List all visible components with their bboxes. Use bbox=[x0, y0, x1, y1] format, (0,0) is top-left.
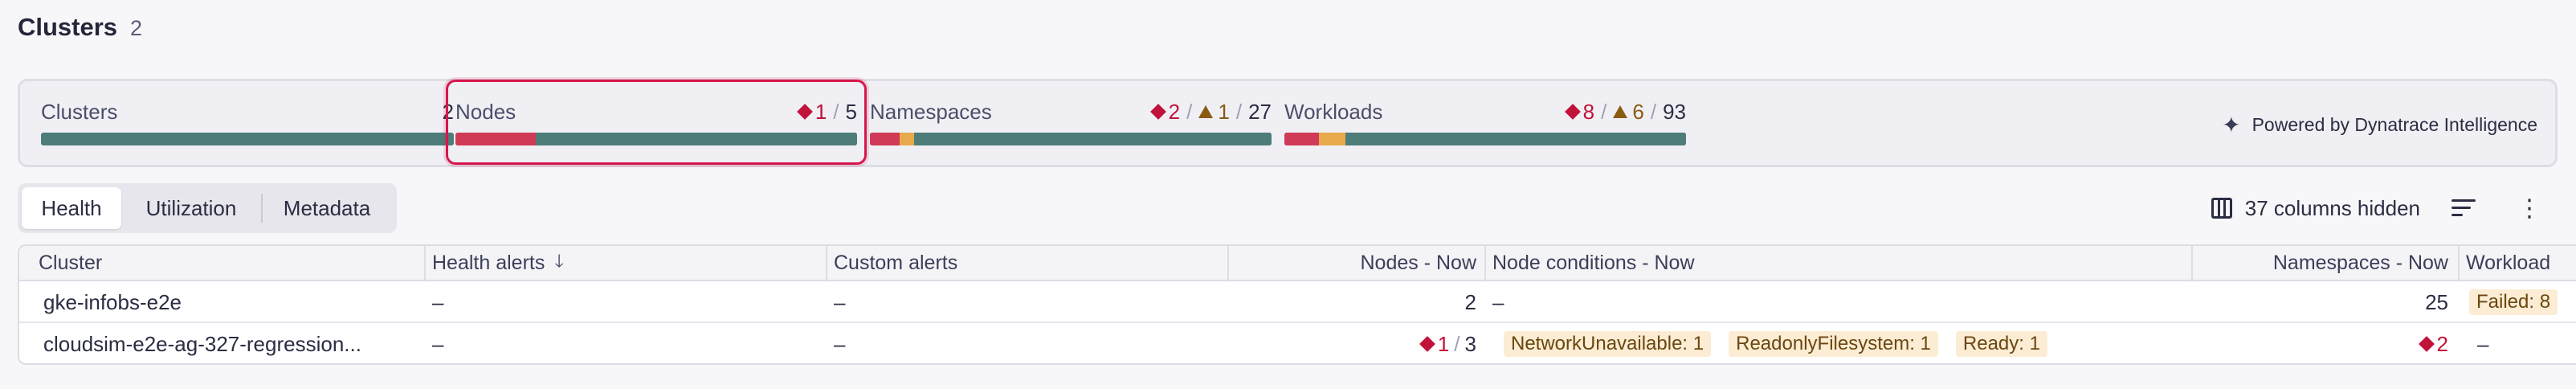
summary-card-clusters[interactable]: Clusters 2 bbox=[41, 99, 454, 149]
powered-by-label: Powered by Dynatrace Intelligence bbox=[2251, 114, 2537, 135]
critical-icon bbox=[2418, 336, 2435, 352]
condition-badge: NetworkUnavailable: 1 bbox=[1504, 331, 1712, 357]
nodes-total: 3 bbox=[1464, 331, 1476, 356]
line-wrap-button[interactable] bbox=[2441, 190, 2486, 227]
cell-nodes: 1 / 3 bbox=[1235, 325, 1476, 363]
health-bar bbox=[1284, 133, 1686, 145]
card-label: Namespaces bbox=[870, 99, 992, 124]
powered-by[interactable]: ✦ Powered by Dynatrace Intelligence bbox=[2222, 112, 2537, 138]
arrow-down-icon: 🡓 bbox=[554, 251, 564, 271]
card-total: 93 bbox=[1663, 99, 1686, 124]
column-header-custom-alerts[interactable]: Custom alerts bbox=[834, 246, 1219, 280]
workload-failed-badge: Failed: 8 bbox=[2469, 289, 2558, 315]
summary-card-nodes[interactable]: Nodes 1 / 5 bbox=[455, 99, 857, 149]
cell-node-conditions: – bbox=[1492, 289, 1504, 314]
warning-icon bbox=[1198, 105, 1214, 118]
cell-custom-alerts: – bbox=[834, 289, 846, 314]
summary-panel: Clusters 2 Nodes 1 / 5 Namespaces 2 / 1 … bbox=[18, 79, 2558, 167]
card-label: Nodes bbox=[455, 99, 516, 124]
cell-health-alerts: – bbox=[432, 331, 444, 356]
bar-ok-segment bbox=[1345, 133, 1686, 145]
critical-count: 1 bbox=[814, 99, 827, 124]
bar-critical-segment bbox=[1284, 133, 1319, 145]
more-options-button[interactable]: ⋮ bbox=[2507, 190, 2552, 227]
critical-icon bbox=[1419, 336, 1435, 352]
page-title: Clusters bbox=[18, 13, 118, 41]
critical-icon bbox=[1149, 104, 1166, 120]
cell-health-alerts: – bbox=[432, 289, 444, 314]
cell-cluster-name[interactable]: gke-infobs-e2e bbox=[43, 283, 421, 321]
cell-namespaces: 25 bbox=[2425, 289, 2448, 314]
table-toolbar: 37 columns hidden ⋮ bbox=[2211, 190, 2552, 227]
condition-badge: Ready: 1 bbox=[1955, 331, 2047, 357]
bar-ok-segment bbox=[41, 133, 454, 145]
bar-ok-segment bbox=[914, 133, 1272, 145]
wrap-text-icon bbox=[2451, 199, 2476, 217]
column-header-node-conditions[interactable]: Node conditions - Now bbox=[1492, 246, 2135, 280]
critical-icon bbox=[796, 104, 813, 120]
warning-count: 1 bbox=[1218, 99, 1230, 124]
page-heading: Clusters 2 bbox=[18, 13, 142, 42]
columns-hidden-label: 37 columns hidden bbox=[2244, 195, 2420, 220]
health-bar bbox=[41, 133, 454, 145]
summary-card-namespaces[interactable]: Namespaces 2 / 1 / 27 bbox=[870, 99, 1272, 149]
health-bar bbox=[870, 133, 1272, 145]
column-header-namespaces-now[interactable]: Namespaces - Now bbox=[2199, 246, 2448, 280]
column-header-health-alerts[interactable]: Health alerts 🡓 bbox=[432, 246, 818, 280]
card-label: Clusters bbox=[41, 99, 118, 124]
view-tabs: Health Utilization Metadata bbox=[18, 183, 397, 233]
table-row[interactable]: cloudsim-e2e-ag-327-regression... – – 1 … bbox=[19, 325, 2576, 363]
table-header: Cluster Health alerts 🡓 Custom alerts No… bbox=[19, 246, 2576, 281]
tab-health[interactable]: Health bbox=[22, 187, 121, 229]
cell-custom-alerts: – bbox=[834, 331, 846, 356]
column-header-label: Health alerts bbox=[432, 251, 545, 274]
cell-cluster-name[interactable]: cloudsim-e2e-ag-327-regression... bbox=[43, 325, 421, 363]
clusters-table: Cluster Health alerts 🡓 Custom alerts No… bbox=[18, 244, 2576, 365]
tab-utilization[interactable]: Utilization bbox=[121, 187, 261, 229]
condition-badge: ReadonlyFilesystem: 1 bbox=[1729, 331, 1938, 357]
table-row[interactable]: gke-infobs-e2e – – 2 – 25 Failed: 8 bbox=[19, 283, 2576, 323]
critical-icon bbox=[1564, 104, 1581, 120]
cell-node-conditions: NetworkUnavailable: 1 ReadonlyFilesystem… bbox=[1504, 325, 2186, 363]
card-total: 27 bbox=[1248, 99, 1272, 124]
warning-count: 6 bbox=[1632, 99, 1644, 124]
bar-ok-segment bbox=[536, 133, 857, 145]
card-total: 5 bbox=[845, 99, 857, 124]
columns-hidden-button[interactable]: 37 columns hidden bbox=[2211, 196, 2420, 221]
bar-warning-segment bbox=[1319, 133, 1345, 145]
sparkle-icon: ✦ bbox=[2222, 113, 2241, 137]
column-header-nodes-now[interactable]: Nodes - Now bbox=[1235, 246, 1477, 280]
tab-metadata[interactable]: Metadata bbox=[263, 187, 391, 229]
cell-namespaces: 2 bbox=[2199, 325, 2448, 363]
cell-workload: Failed: 8 bbox=[2469, 283, 2576, 321]
more-vertical-icon: ⋮ bbox=[2517, 194, 2541, 222]
bar-warning-segment bbox=[900, 133, 915, 145]
columns-icon bbox=[2211, 198, 2232, 219]
cluster-count: 2 bbox=[130, 16, 143, 40]
bar-critical-segment bbox=[455, 133, 536, 145]
card-label: Workloads bbox=[1284, 99, 1383, 124]
critical-count: 8 bbox=[1582, 99, 1595, 124]
column-header-workload[interactable]: Workload bbox=[2466, 246, 2576, 280]
cell-workload: – bbox=[2477, 331, 2489, 356]
column-header-cluster[interactable]: Cluster bbox=[39, 246, 424, 280]
health-bar bbox=[455, 133, 857, 145]
critical-count: 2 bbox=[1168, 99, 1181, 124]
namespaces-critical-count: 2 bbox=[2436, 331, 2448, 356]
nodes-critical-count: 1 bbox=[1437, 331, 1450, 356]
bar-critical-segment bbox=[870, 133, 900, 145]
cell-nodes: 2 bbox=[1464, 289, 1476, 314]
summary-card-workloads[interactable]: Workloads 8 / 6 / 93 bbox=[1284, 99, 1686, 149]
warning-icon bbox=[1613, 105, 1628, 118]
